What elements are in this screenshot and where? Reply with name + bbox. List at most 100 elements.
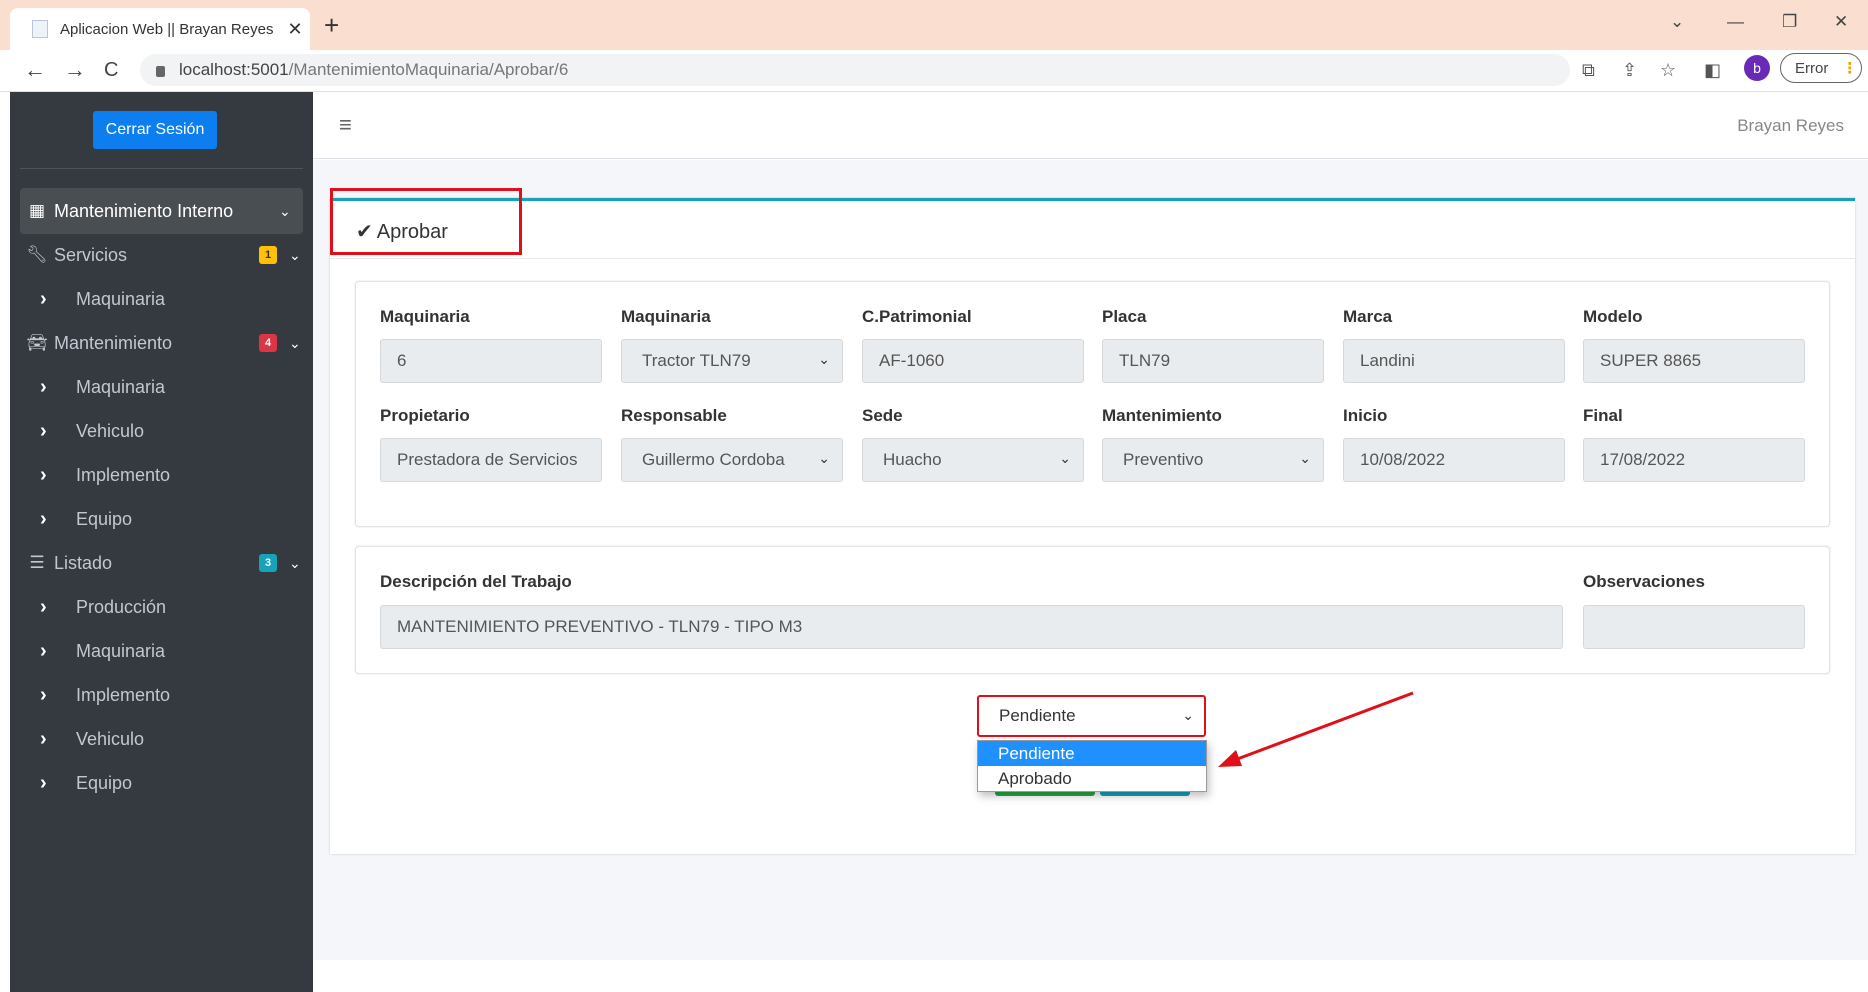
window-close-icon[interactable]: ✕: [1834, 12, 1848, 32]
field-label: Maquinaria: [621, 307, 711, 326]
sidebar-subitem-equipo[interactable]: › Equipo: [40, 496, 300, 542]
highlight-box-title: [330, 188, 522, 255]
sidebar-subitem-produccion[interactable]: › Producción: [40, 584, 300, 630]
chevron-down-icon: ⌄: [289, 334, 301, 351]
status-select[interactable]: Pendiente ⌄: [977, 695, 1206, 737]
sidebar-item-label: Listado: [54, 552, 113, 573]
observaciones-field: [1583, 605, 1805, 649]
tab-search-icon[interactable]: ⌄: [1670, 12, 1684, 32]
sidebar-subitem-implemento[interactable]: › Implemento: [40, 672, 300, 718]
status-option-aprobado[interactable]: Aprobado: [978, 766, 1206, 791]
car-icon: 🚘︎: [26, 333, 48, 352]
sidebar-item-label: Implemento: [76, 464, 171, 485]
restore-icon[interactable]: ❐: [1782, 12, 1797, 32]
chevron-down-icon: ⌄: [1059, 450, 1071, 466]
sidebar-divider: [20, 168, 303, 169]
chevron-right-icon: ›: [40, 507, 47, 530]
url-bar[interactable]: localhost:5001/MantenimientoMaquinaria/A…: [140, 54, 1570, 86]
sidebar: Cerrar Sesión ▦ Mantenimiento Interno ⌄ …: [10, 92, 313, 992]
badge-count: 4: [259, 334, 277, 352]
sidebar-item-label: Mantenimiento Interno: [54, 200, 234, 221]
status-selected-value: Pendiente: [999, 706, 1076, 725]
maquinaria-select[interactable]: Tractor TLN79 ⌄: [621, 339, 843, 383]
forward-arrow-icon[interactable]: →: [64, 58, 86, 82]
browser-tab-bar: Aplicacion Web || Brayan Reyes ✕ + ⌄ — ❐…: [0, 0, 1868, 50]
sede-select[interactable]: Huacho ⌄: [862, 438, 1084, 482]
logout-button[interactable]: Cerrar Sesión: [93, 111, 217, 149]
badge-count: 1: [259, 246, 277, 264]
sidebar-item-label: Implemento: [76, 684, 171, 705]
wrench-icon: 🔧︎: [26, 245, 48, 264]
field-label: Descripción del Trabajo: [380, 572, 572, 591]
maquinaria-id-field: 6: [380, 339, 602, 383]
url-path: /MantenimientoMaquinaria/Aprobar/6: [288, 60, 569, 79]
sidebar-subitem-vehiculo[interactable]: › Vehiculo: [40, 408, 300, 454]
sidebar-subitem-maquinaria[interactable]: › Maquinaria: [40, 276, 300, 322]
chevron-down-icon: ⌄: [818, 450, 830, 466]
chevron-right-icon: ›: [40, 375, 47, 398]
sidebar-item-label: Vehiculo: [76, 420, 145, 441]
field-value: Guillermo Cordoba: [642, 450, 785, 469]
url-host: localhost:5001: [179, 60, 289, 79]
field-label: Maquinaria: [380, 307, 470, 326]
sidebar-subitem-maquinaria[interactable]: › Maquinaria: [40, 364, 300, 410]
status-option-pendiente[interactable]: Pendiente: [978, 741, 1206, 766]
sidebar-subitem-vehiculo[interactable]: › Vehiculo: [40, 716, 300, 762]
sidebar-subitem-maquinaria[interactable]: › Maquinaria: [40, 628, 300, 674]
field-value: AF-1060: [879, 351, 945, 370]
chevron-down-icon: ⌄: [1299, 450, 1311, 466]
field-value: 10/08/2022: [1360, 450, 1446, 469]
tab-close-icon[interactable]: ✕: [280, 19, 310, 40]
field-value: 17/08/2022: [1600, 450, 1686, 469]
user-name[interactable]: Brayan Reyes: [1737, 116, 1844, 136]
hamburger-menu-icon[interactable]: ≡: [339, 112, 352, 138]
profile-avatar[interactable]: b: [1744, 55, 1770, 81]
chevron-right-icon: ›: [40, 771, 47, 794]
back-arrow-icon[interactable]: ←: [24, 58, 46, 82]
chevron-down-icon: ⌄: [279, 202, 291, 219]
kebab-menu-icon[interactable]: ⋮: [1842, 59, 1857, 77]
field-label: Propietario: [380, 406, 470, 425]
sidebar-item-label: Equipo: [76, 508, 133, 529]
field-value: Preventivo: [1123, 450, 1204, 469]
reload-icon[interactable]: C: [104, 58, 118, 82]
final-date-field: 17/08/2022: [1583, 438, 1805, 482]
sidebar-subitem-equipo[interactable]: › Equipo: [40, 760, 300, 806]
chevron-right-icon: ›: [40, 683, 47, 706]
browser-tab[interactable]: Aplicacion Web || Brayan Reyes ✕: [10, 8, 310, 50]
responsable-select[interactable]: Guillermo Cordoba ⌄: [621, 438, 843, 482]
sidebar-item-listado[interactable]: ☰ Listado 3 ⌄: [20, 540, 313, 586]
sidebar-item-servicios[interactable]: 🔧︎ Servicios 1 ⌄: [20, 232, 313, 278]
page-favicon-icon: [32, 20, 48, 38]
translate-icon[interactable]: ⧉: [1582, 60, 1595, 81]
field-label: Mantenimiento: [1102, 406, 1222, 425]
field-label: Placa: [1102, 307, 1147, 326]
marca-field: Landini: [1343, 339, 1565, 383]
sidebar-item-mantenimiento[interactable]: 🚘︎ Mantenimiento 4 ⌄: [20, 320, 313, 366]
sidebar-item-label: Maquinaria: [76, 288, 166, 309]
field-label: Observaciones: [1583, 572, 1705, 591]
new-tab-button[interactable]: +: [324, 12, 339, 38]
field-value: Landini: [1360, 351, 1415, 370]
sidebar-subitem-implemento[interactable]: › Implemento: [40, 452, 300, 498]
field-value: SUPER 8865: [1600, 351, 1702, 370]
modelo-field: SUPER 8865: [1583, 339, 1805, 383]
field-label: Final: [1583, 406, 1623, 425]
propietario-field: Prestadora de Servicios: [380, 438, 602, 482]
chevron-right-icon: ›: [40, 595, 47, 618]
share-icon[interactable]: ⇪: [1622, 60, 1637, 81]
grid-icon: ▦: [28, 201, 46, 220]
sidebar-item-mantenimiento-interno[interactable]: ▦ Mantenimiento Interno ⌄: [20, 188, 303, 234]
side-panel-icon[interactable]: ◧: [1704, 60, 1721, 81]
chevron-down-icon: ⌄: [289, 246, 301, 263]
top-navbar: ≡ Brayan Reyes: [313, 92, 1868, 159]
patrimonial-field: AF-1060: [862, 339, 1084, 383]
field-value: Tractor TLN79: [642, 351, 751, 370]
browser-error-button[interactable]: Error ⋮: [1780, 53, 1862, 83]
annotation-arrow-icon: [1218, 691, 1414, 767]
status-dropdown-list: Pendiente Aprobado: [977, 740, 1207, 792]
bookmark-star-icon[interactable]: ☆: [1660, 60, 1676, 81]
minimize-icon[interactable]: —: [1727, 12, 1744, 32]
sidebar-item-label: Mantenimiento: [54, 332, 173, 353]
mantenimiento-select[interactable]: Preventivo ⌄: [1102, 438, 1324, 482]
